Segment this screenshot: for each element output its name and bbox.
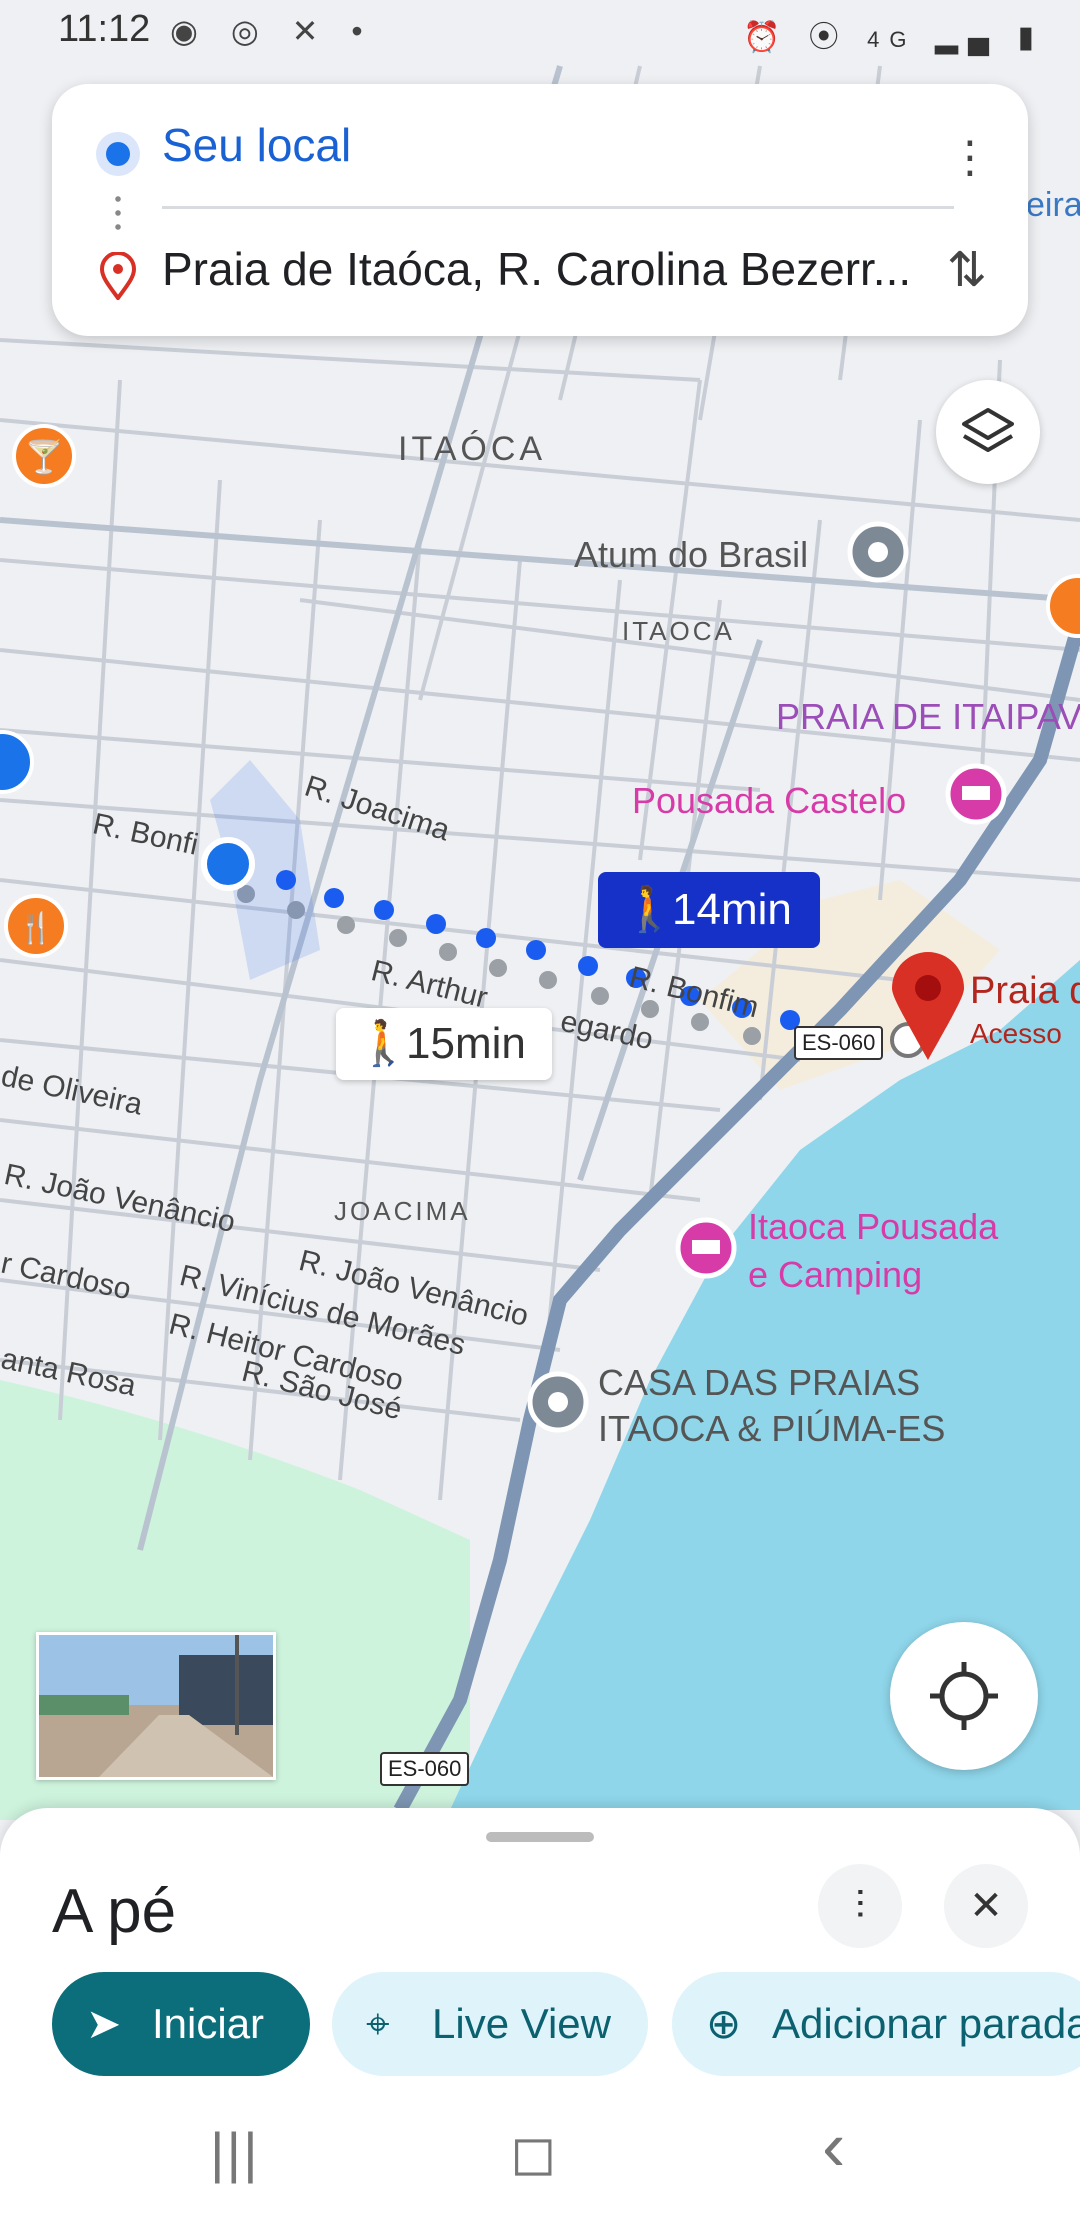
highway-shield-upper: ES-060 [794,1026,884,1060]
castelo-marker[interactable] [945,763,1007,825]
home-icon[interactable]: ◻ [510,2120,556,2186]
more-vert-icon: ⋮ [948,133,992,182]
my-location-button[interactable] [890,1622,1038,1770]
layers-icon [962,408,1014,452]
street-eira: eira [1026,186,1080,224]
live-view-icon: ⌖ [366,2000,390,2047]
swap-button[interactable]: ⇅ [942,242,992,306]
close-icon: ✕ [969,1884,1003,1928]
label-itaoca-small: ITAOCA [622,616,735,646]
add-stop-button[interactable]: ⊕ Adicionar parada [672,1972,1080,2076]
travel-mode-title: A pé [52,1877,177,1946]
street-view-photo [39,1635,273,1777]
add-location-icon: ⊕ [706,2000,742,2047]
route-time-alternative[interactable]: 🚶 15min [336,1008,552,1080]
sheet-drag-handle[interactable] [486,1832,594,1842]
crosshair-icon [930,1662,998,1730]
status-time: 11:12 [58,8,151,50]
label-joacima: JOACIMA [334,1196,471,1226]
tune-icon: ⫶ [855,1884,865,1928]
street-view-thumbnail[interactable] [36,1632,276,1780]
place-itaoca-pousada-1[interactable]: Itaoca Pousada [748,1206,998,1248]
place-castelo[interactable]: Pousada Castelo [632,780,906,822]
place-atum[interactable]: Atum do Brasil [574,534,808,576]
route-card: Seu local Praia de Itaóca, R. Carolina B… [52,84,1028,336]
route-time-selected[interactable]: 🚶 14min [598,872,820,948]
atum-marker[interactable] [847,521,909,583]
destination-pin-icon [99,252,137,300]
label-itaoca-big: ITAÓCA [398,430,547,468]
close-button[interactable]: ✕ [944,1864,1028,1948]
label-praia-itaipava: PRAIA DE ITAIPAV [776,696,1080,737]
notification-icons: ◉ ◎ ✕ • [170,13,375,49]
place-praia-sub: Acesso [970,1018,1062,1049]
route-connector [115,192,121,236]
place-casa-1[interactable]: CASA DAS PRAIAS [598,1362,920,1404]
svg-text:🍴: 🍴 [17,910,54,946]
itaoca-pousada-marker[interactable] [675,1217,737,1279]
current-location-dot[interactable] [201,837,255,891]
route-options-button[interactable]: ⫶ [818,1864,902,1948]
walking-icon: 🚶 [356,1019,411,1068]
back-icon[interactable]: ‹ [822,2106,845,2186]
svg-text:🍸: 🍸 [24,438,64,476]
status-bar: 11:12 ◉ ◎ ✕ • ⏰ ⦿ 4G ▂▄ ▮ [0,0,1080,66]
system-icons: ⏰ ⦿ 4G ▂▄ ▮ [743,21,1044,54]
origin-dot-icon [96,132,140,176]
casa-marker[interactable] [527,1371,589,1433]
network-label: 4G [867,27,917,52]
place-praia[interactable]: Praia d [970,970,1080,1013]
more-options-button[interactable]: ⋮ [948,128,992,188]
card-divider [162,206,954,209]
restaurant-marker-left[interactable]: 🍴 [4,894,68,958]
live-view-button[interactable]: ⌖ Live View [332,1972,648,2076]
navigation-arrow-icon: ➤ [86,2000,122,2047]
swap-icon: ⇅ [946,244,988,297]
layers-button[interactable] [936,380,1040,484]
origin-field[interactable]: Seu local [162,118,351,172]
place-itaoca-pousada-2[interactable]: e Camping [748,1254,922,1296]
highway-shield-lower: ES-060 [380,1752,470,1786]
walking-icon: 🚶 [622,885,677,934]
destination-field[interactable]: Praia de Itaóca, R. Carolina Bezerr... [162,242,911,296]
bar-marker[interactable]: 🍸 [12,424,76,488]
place-casa-2[interactable]: ITAOCA & PIÚMA-ES [598,1408,945,1450]
system-nav-bar: ||| ◻ ‹ [0,2100,1080,2220]
start-button[interactable]: ➤ Iniciar [52,1972,310,2076]
recent-apps-icon[interactable]: ||| [210,2120,260,2185]
